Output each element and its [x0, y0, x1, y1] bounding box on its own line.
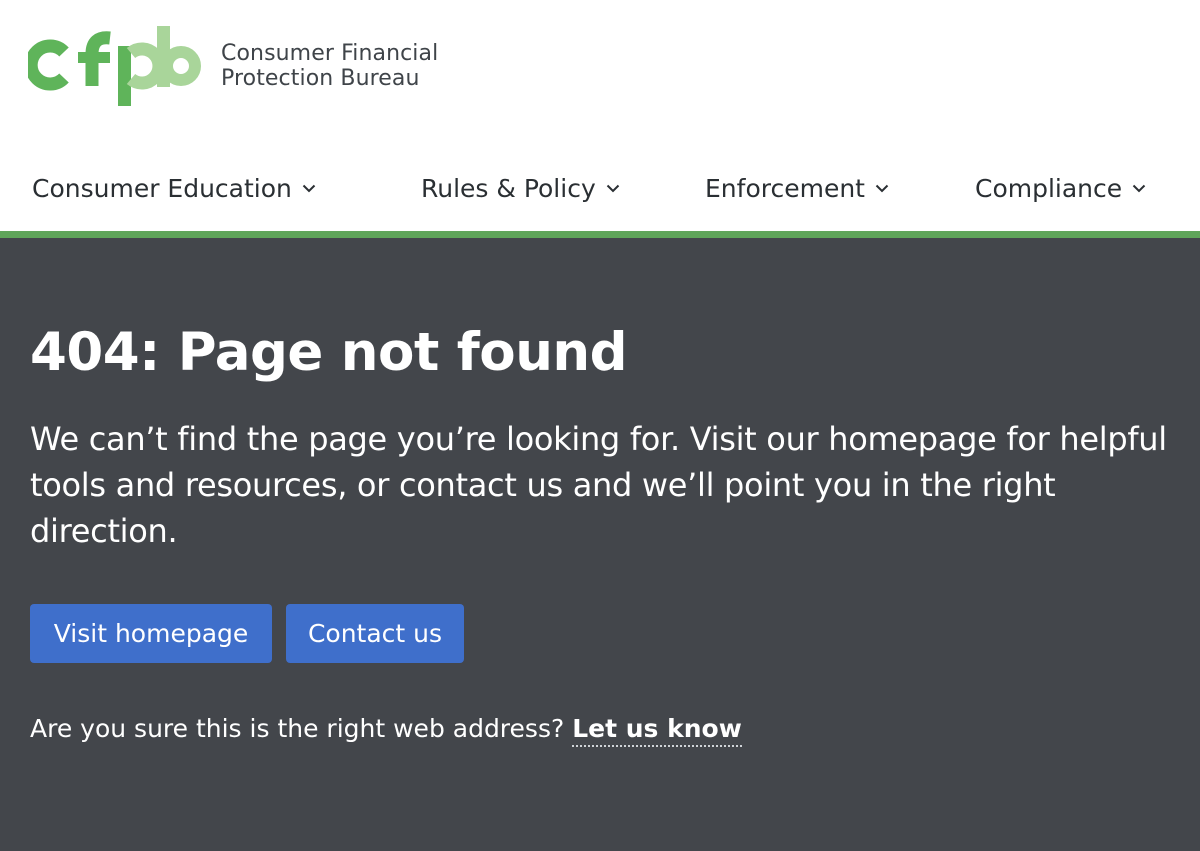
- error-description: We can’t find the page you’re looking fo…: [30, 420, 1167, 550]
- site-header: Consumer Financial Protection Bureau Con…: [0, 0, 1200, 231]
- nav-item-compliance[interactable]: Compliance: [975, 166, 1146, 210]
- main-nav: Consumer Education Rules & Policy Enforc…: [0, 166, 1200, 210]
- chevron-down-icon: [875, 184, 889, 193]
- agency-name-line1: Consumer Financial: [221, 41, 439, 66]
- nav-item-enforcement[interactable]: Enforcement: [705, 166, 889, 210]
- nav-item-consumer-education[interactable]: Consumer Education: [32, 166, 316, 210]
- nav-item-rules-policy[interactable]: Rules & Policy: [421, 166, 620, 210]
- cfpb-logo-mark: [28, 26, 201, 106]
- error-content: 404: Page not found We can’t find the pa…: [0, 238, 1200, 851]
- feedback-note: Are you sure this is the right web addre…: [30, 714, 742, 747]
- let-us-know-link[interactable]: Let us know: [572, 714, 742, 747]
- chevron-down-icon: [302, 184, 316, 193]
- contact-us-button[interactable]: Contact us: [286, 604, 464, 663]
- feedback-question: Are you sure this is the right web addre…: [30, 714, 565, 743]
- chevron-down-icon: [606, 184, 619, 193]
- nav-item-label: Compliance: [975, 173, 1123, 203]
- cfpb-logo[interactable]: Consumer Financial Protection Bureau: [28, 22, 448, 112]
- header-accent-bar: [0, 231, 1200, 238]
- page-title: 404: Page not found: [30, 322, 628, 383]
- agency-name-line2: Protection Bureau: [221, 66, 420, 91]
- nav-item-label: Consumer Education: [32, 173, 292, 203]
- agency-name: Consumer Financial Protection Bureau: [221, 41, 438, 91]
- nav-item-label: Rules & Policy: [421, 173, 596, 203]
- chevron-down-icon: [1132, 184, 1146, 193]
- visit-homepage-button[interactable]: Visit homepage: [30, 604, 272, 663]
- nav-item-label: Enforcement: [705, 173, 865, 203]
